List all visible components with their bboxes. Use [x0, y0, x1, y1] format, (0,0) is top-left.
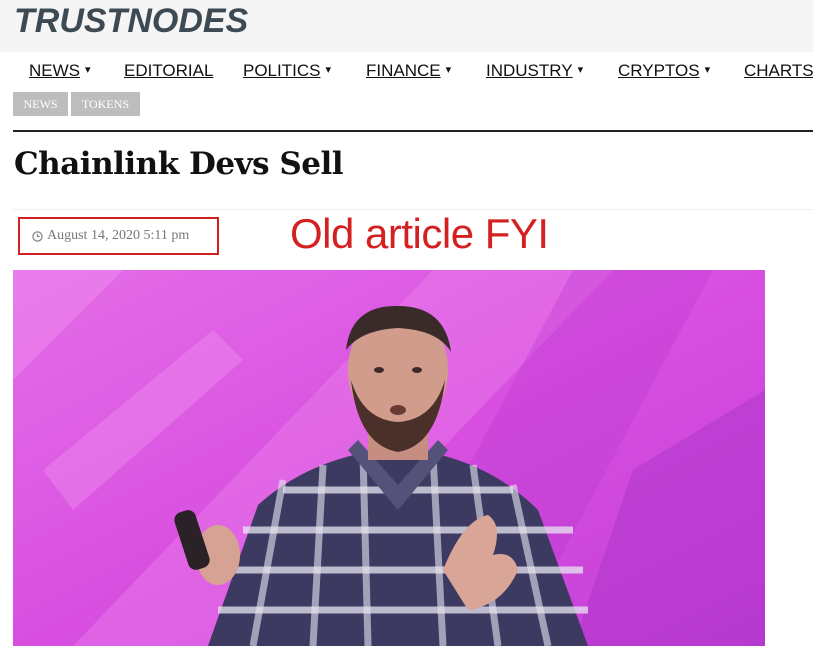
- article-title: Chainlink Devs Sell: [14, 146, 344, 182]
- main-nav: NEWS ▾ EDITORIAL POLITICS ▾ FINANCE ▾ INDUS…: [0, 52, 813, 90]
- page: TRUSTNODES NEWS ▾ EDITORIAL POLITICS ▾ FIN…: [0, 0, 813, 646]
- nav-item-editorial[interactable]: EDITORIAL: [124, 61, 213, 81]
- nav-item-charts[interactable]: CHARTS: [744, 61, 813, 81]
- nav-item-label: NEWS: [29, 61, 80, 80]
- nav-item-finance[interactable]: FINANCE ▾: [366, 61, 451, 81]
- nav-item-label: EDITORIAL: [124, 61, 214, 80]
- hero-image[interactable]: [13, 270, 765, 646]
- chevron-down-icon: ▾: [445, 64, 452, 76]
- nav-item-label: CRYPTOS: [618, 61, 700, 80]
- annotation-text: Old article FYI: [290, 210, 549, 257]
- chevron-down-icon: ▾: [85, 64, 91, 76]
- chevron-down-icon: ▾: [325, 64, 331, 76]
- site-header: TRUSTNODES: [0, 0, 813, 52]
- nav-item-label: FINANCE: [366, 61, 441, 80]
- site-logo[interactable]: TRUSTNODES: [14, 2, 248, 41]
- speaker-photo: [13, 270, 765, 646]
- nav-item-industry[interactable]: INDUSTRY ▾: [486, 61, 583, 81]
- tag-news[interactable]: NEWS: [13, 92, 68, 116]
- clock-icon: [32, 231, 43, 242]
- nav-item-label: INDUSTRY: [486, 61, 573, 80]
- divider: [13, 130, 813, 132]
- chevron-down-icon: ▾: [577, 64, 584, 76]
- chevron-down-icon: ▾: [704, 64, 711, 76]
- nav-item-politics[interactable]: POLITICS ▾: [243, 61, 331, 81]
- nav-item-label: POLITICS: [243, 61, 321, 80]
- page-margin: [765, 270, 813, 646]
- date-highlight-box: August 14, 2020 5:11 pm: [18, 217, 219, 255]
- article-date: August 14, 2020 5:11 pm: [47, 228, 190, 243]
- nav-item-cryptos[interactable]: CRYPTOS ▾: [618, 61, 710, 81]
- tag-tokens[interactable]: TOKENS: [71, 92, 140, 116]
- nav-item-label: CHARTS: [744, 61, 813, 80]
- nav-item-news[interactable]: NEWS ▾: [29, 61, 91, 81]
